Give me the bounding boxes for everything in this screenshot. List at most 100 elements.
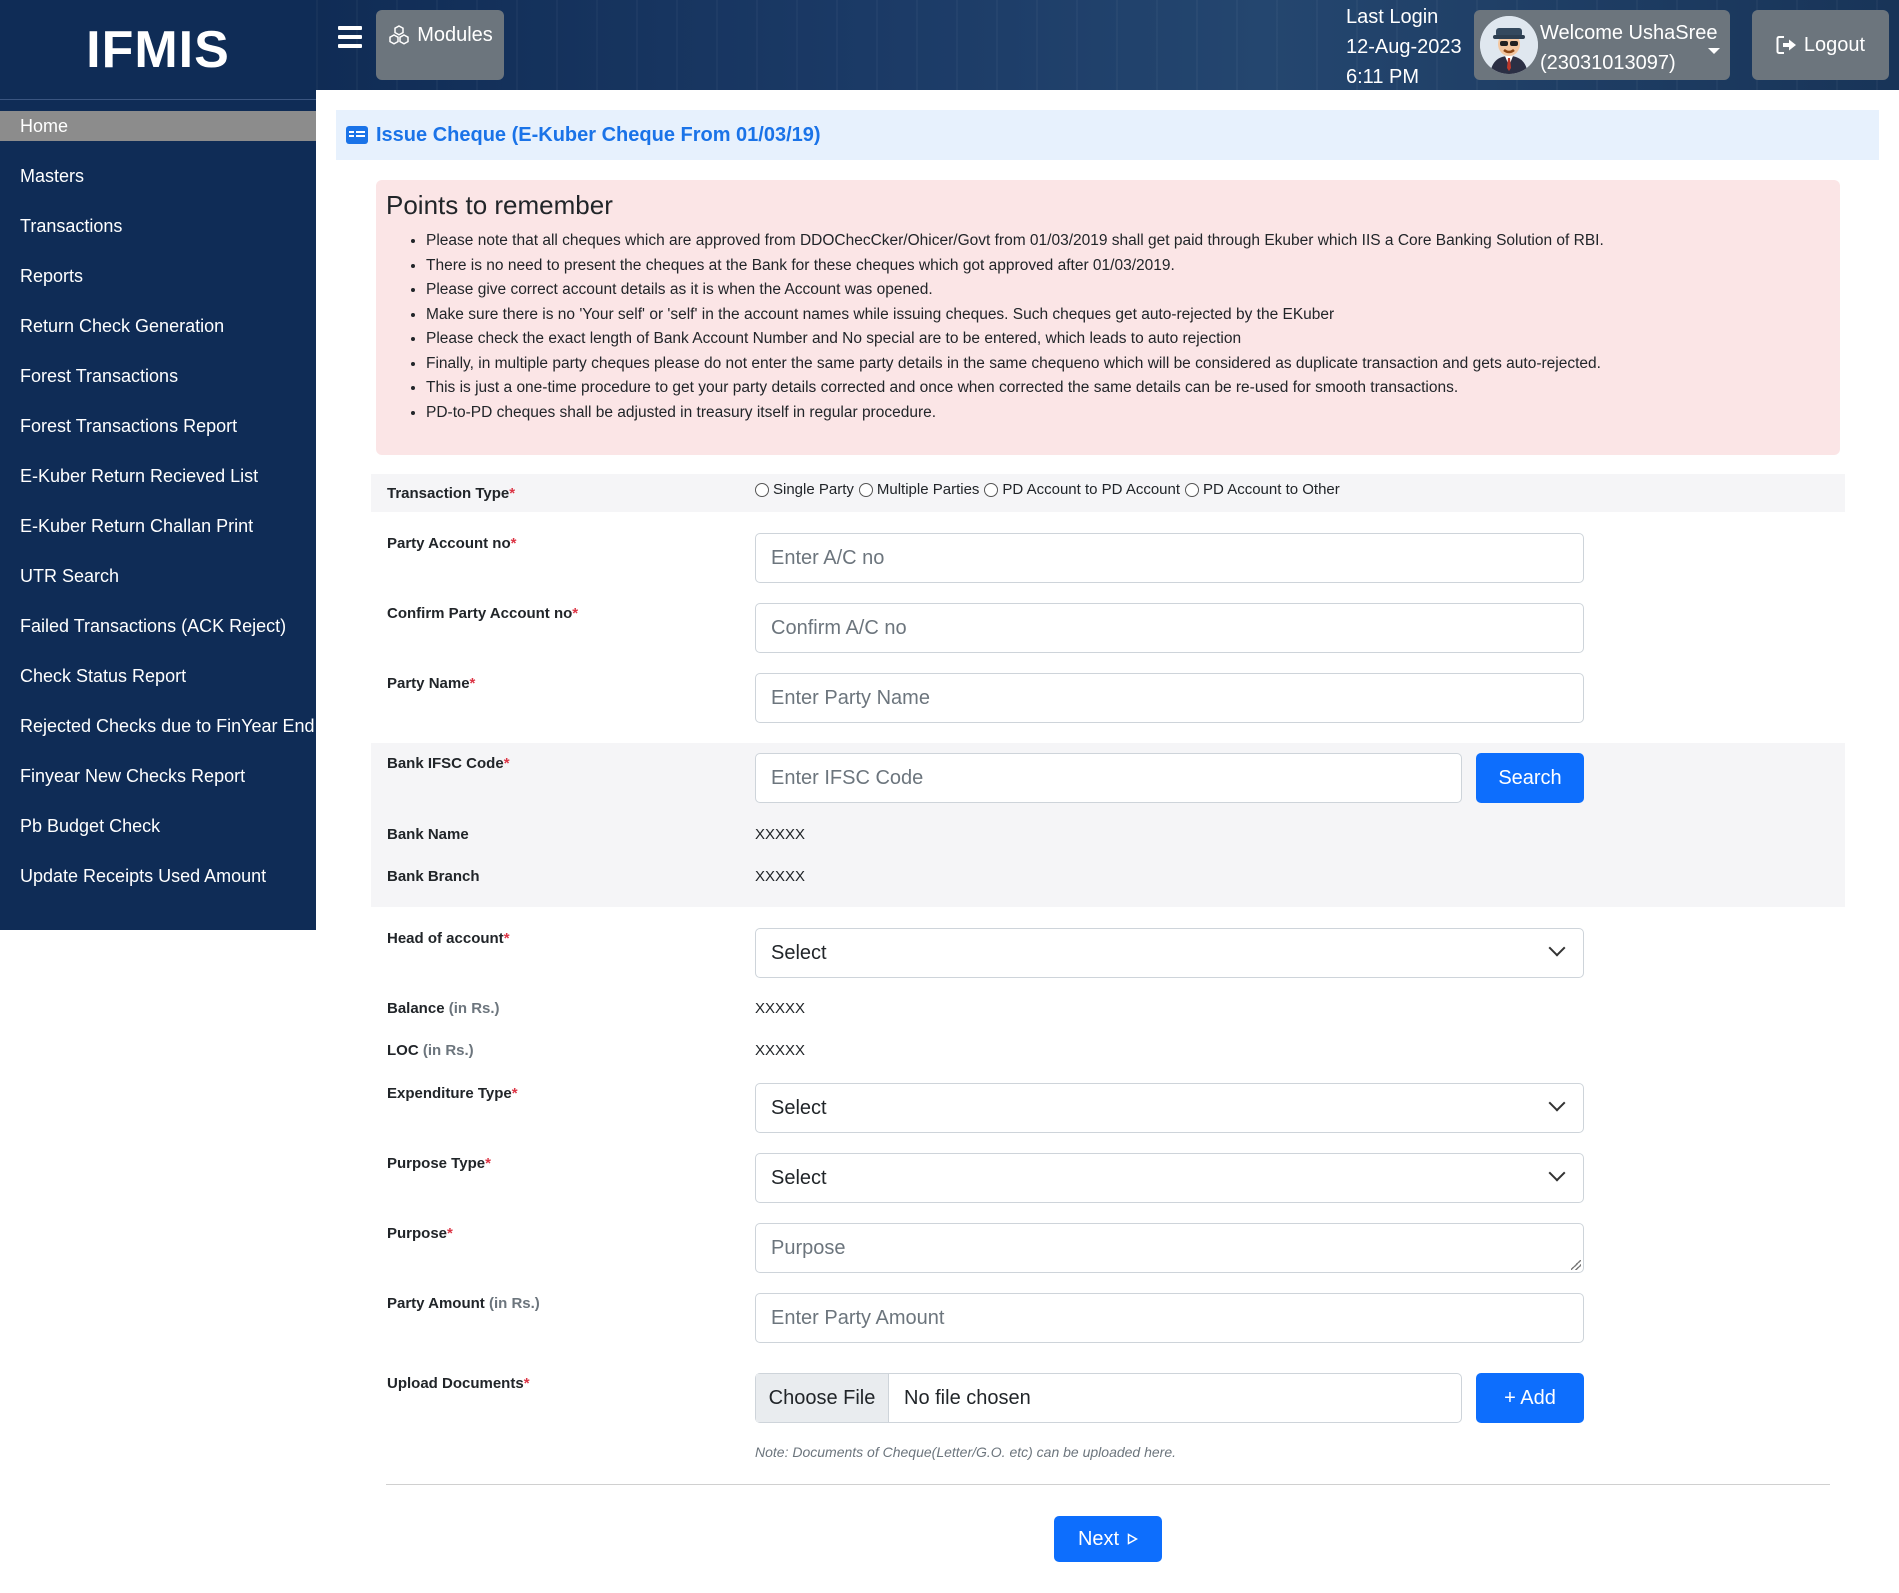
party-account-row: Party Account no* Enter A/C no bbox=[371, 533, 1845, 583]
upload-label: Upload Documents* bbox=[387, 1375, 530, 1392]
upload-row: Upload Documents* Choose File No file ch… bbox=[371, 1373, 1845, 1423]
purpose-row: Purpose* Purpose bbox=[371, 1223, 1845, 1273]
purpose-type-select[interactable]: Select bbox=[755, 1153, 1584, 1203]
sidebar-item-check-status-report[interactable]: Check Status Report bbox=[0, 651, 316, 701]
brand-logo: IFMIS bbox=[0, 0, 316, 100]
chevron-down-icon bbox=[1548, 939, 1566, 957]
sidebar-item-utr-search[interactable]: UTR Search bbox=[0, 551, 316, 601]
welcome-text: Welcome UshaSree bbox=[1540, 22, 1718, 44]
party-name-input[interactable]: Enter Party Name bbox=[755, 673, 1584, 723]
radio-pd-to-other[interactable]: PD Account to Other bbox=[1185, 481, 1340, 498]
balance-value: XXXXX bbox=[755, 1000, 806, 1017]
top-navbar: Modules Last Login 12-Aug-2023 6:11 PM W… bbox=[316, 0, 1899, 90]
purpose-label: Purpose* bbox=[387, 1225, 453, 1242]
sidebar-item-pb-budget-check[interactable]: Pb Budget Check bbox=[0, 801, 316, 851]
last-login-label: Last Login bbox=[1346, 6, 1439, 28]
party-amount-row: Party Amount (in Rs.) Enter Party Amount bbox=[371, 1293, 1845, 1343]
last-login-time: 6:11 PM bbox=[1346, 66, 1419, 88]
bank-branch-value: XXXXX bbox=[755, 868, 806, 885]
hamburger-menu-icon[interactable] bbox=[338, 26, 362, 48]
party-amount-label: Party Amount (in Rs.) bbox=[387, 1295, 540, 1312]
confirm-account-input[interactable]: Confirm A/C no bbox=[755, 603, 1584, 653]
ifsc-label: Bank IFSC Code* bbox=[387, 755, 510, 772]
avatar-icon bbox=[1480, 16, 1538, 74]
purpose-type-value: Select bbox=[771, 1166, 827, 1189]
head-of-account-select[interactable]: Select bbox=[755, 928, 1584, 978]
bank-name-value: XXXXX bbox=[755, 826, 806, 843]
sidebar-menu: Home Masters Transactions Reports Return… bbox=[0, 111, 316, 901]
expenditure-type-select[interactable]: Select bbox=[755, 1083, 1584, 1133]
caret-down-icon bbox=[1708, 48, 1720, 54]
page-title: Issue Cheque (E-Kuber Cheque From 01/03/… bbox=[376, 123, 821, 146]
list-item: Finally, in multiple party cheques pleas… bbox=[426, 352, 1830, 377]
sidebar-item-failed-transactions[interactable]: Failed Transactions (ACK Reject) bbox=[0, 601, 316, 651]
next-label: Next bbox=[1077, 1527, 1120, 1550]
sidebar-item-reports[interactable]: Reports bbox=[0, 251, 316, 301]
list-item: PD-to-PD cheques shall be adjusted in tr… bbox=[426, 401, 1830, 426]
loc-row: LOC (in Rs.) XXXXX bbox=[371, 1042, 1845, 1062]
confirm-account-label: Confirm Party Account no* bbox=[387, 605, 579, 622]
radio-multiple-parties[interactable]: Multiple Parties bbox=[858, 481, 979, 498]
file-status-text: No file chosen bbox=[904, 1386, 1031, 1409]
user-menu-dropdown[interactable]: Welcome UshaSree (23031013097) bbox=[1474, 10, 1730, 80]
sidebar-item-finyear-new-checks[interactable]: Finyear New Checks Report bbox=[0, 751, 316, 801]
list-item: There is no need to present the cheques … bbox=[426, 254, 1830, 279]
sidebar-item-home[interactable]: Home bbox=[0, 111, 316, 141]
head-of-account-label: Head of account* bbox=[387, 930, 510, 947]
ifsc-search-button[interactable]: Search bbox=[1476, 753, 1584, 803]
sign-out-icon bbox=[1776, 36, 1796, 54]
sidebar-item-update-receipts[interactable]: Update Receipts Used Amount bbox=[0, 851, 316, 901]
loc-value: XXXXX bbox=[755, 1042, 806, 1059]
resize-handle-icon[interactable] bbox=[1571, 1260, 1581, 1270]
id-card-icon bbox=[346, 126, 368, 144]
bank-name-row: Bank Name XXXXX bbox=[371, 826, 1845, 846]
file-input[interactable]: Choose File No file chosen bbox=[755, 1373, 1462, 1423]
radio-single-party[interactable]: Single Party bbox=[755, 481, 854, 498]
sidebar-item-forest-transactions[interactable]: Forest Transactions bbox=[0, 351, 316, 401]
bank-branch-row: Bank Branch XXXXX bbox=[371, 868, 1845, 888]
balance-row: Balance (in Rs.) XXXXX bbox=[371, 1000, 1845, 1020]
logout-button[interactable]: Logout bbox=[1752, 10, 1889, 80]
sidebar-item-masters[interactable]: Masters bbox=[0, 151, 316, 201]
sidebar-item-return-check-generation[interactable]: Return Check Generation bbox=[0, 301, 316, 351]
party-account-label: Party Account no* bbox=[387, 535, 517, 552]
list-item: Make sure there is no 'Your self' or 'se… bbox=[426, 303, 1830, 328]
bank-branch-label: Bank Branch bbox=[387, 868, 480, 885]
add-document-button[interactable]: + Add bbox=[1476, 1373, 1584, 1423]
modules-label: Modules bbox=[417, 24, 493, 46]
party-account-input[interactable]: Enter A/C no bbox=[755, 533, 1584, 583]
sidebar-item-ekuber-challan-print[interactable]: E-Kuber Return Challan Print bbox=[0, 501, 316, 551]
sidebar-item-rejected-checks[interactable]: Rejected Checks due to FinYear End bbox=[0, 701, 316, 751]
expenditure-type-label: Expenditure Type* bbox=[387, 1085, 518, 1102]
party-name-row: Party Name* Enter Party Name bbox=[371, 673, 1845, 723]
party-amount-input[interactable]: Enter Party Amount bbox=[755, 1293, 1584, 1343]
points-heading: Points to remember bbox=[386, 190, 613, 220]
points-to-remember-alert: Points to remember Please note that all … bbox=[376, 180, 1840, 455]
sidebar: IFMIS Home Masters Transactions Reports … bbox=[0, 0, 316, 930]
purpose-placeholder: Purpose bbox=[771, 1236, 846, 1259]
purpose-type-row: Purpose Type* Select bbox=[371, 1153, 1845, 1203]
loc-label: LOC (in Rs.) bbox=[387, 1042, 474, 1059]
transaction-type-row: Transaction Type* Single Party Multiple … bbox=[371, 474, 1845, 512]
purpose-type-label: Purpose Type* bbox=[387, 1155, 491, 1172]
chevron-down-icon bbox=[1548, 1094, 1566, 1112]
sidebar-item-transactions[interactable]: Transactions bbox=[0, 201, 316, 251]
purpose-textarea[interactable]: Purpose bbox=[755, 1223, 1584, 1273]
sidebar-item-forest-transactions-report[interactable]: Forest Transactions Report bbox=[0, 401, 316, 451]
transaction-type-label: Transaction Type* bbox=[387, 485, 516, 502]
sidebar-item-ekuber-return-list[interactable]: E-Kuber Return Recieved List bbox=[0, 451, 316, 501]
list-item: This is just a one-time procedure to get… bbox=[426, 376, 1830, 401]
list-item: Please note that all cheques which are a… bbox=[426, 229, 1830, 254]
choose-file-button[interactable]: Choose File bbox=[756, 1374, 889, 1422]
expenditure-type-row: Expenditure Type* Select bbox=[371, 1083, 1845, 1133]
ifsc-row: Bank IFSC Code* Enter IFSC Code Search bbox=[371, 753, 1845, 803]
radio-pd-to-pd[interactable]: PD Account to PD Account bbox=[984, 481, 1180, 498]
ifsc-input[interactable]: Enter IFSC Code bbox=[755, 753, 1462, 803]
next-button[interactable]: Next bbox=[1054, 1516, 1162, 1562]
modules-button[interactable]: Modules bbox=[376, 10, 504, 80]
play-icon bbox=[1127, 1533, 1139, 1545]
expenditure-type-value: Select bbox=[771, 1096, 827, 1119]
last-login-date: 12-Aug-2023 bbox=[1346, 36, 1462, 58]
cubes-icon bbox=[389, 25, 409, 45]
list-item: Please give correct account details as i… bbox=[426, 278, 1830, 303]
